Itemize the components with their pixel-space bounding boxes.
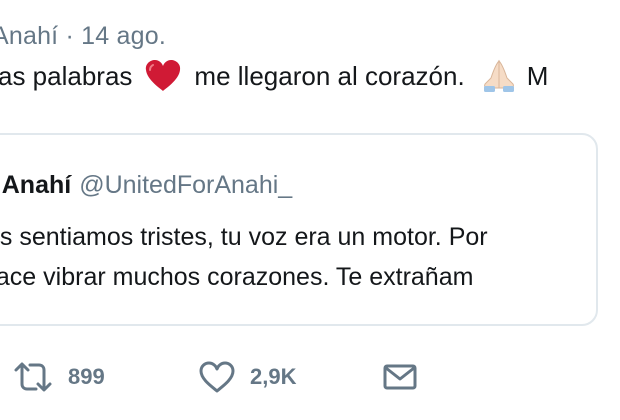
heart-outline-icon [198,360,236,394]
tweet-screenshot: Anahí · 14 ago. as palabras me llegaron … [0,0,620,420]
quoted-tweet-text-line-1: os sentiamos tristes, tu voz era un moto… [0,223,488,251]
quoted-tweet-header: r Anahí@UnitedForAnahi_ [0,171,292,200]
direct-message-button[interactable] [382,352,418,402]
tweet-text-part-1: as palabras [0,60,133,91]
like-button[interactable]: 2,9K [198,352,296,402]
tweet-text-part-2: me llegaron al corazón. [194,60,465,91]
quoted-tweet-card[interactable]: r Anahí@UnitedForAnahi_ os sentiamos tri… [0,133,598,326]
tweet-header: Anahí · 14 ago. [0,22,166,50]
quoted-tweet-text-line-2: hace vibrar muchos corazones. Te extraña… [0,263,474,291]
quoted-tweet-handle: @UnitedForAnahi_ [79,171,293,199]
retweet-count: 899 [68,364,105,389]
red-heart-emoji-icon [144,59,182,93]
folded-hands-emoji-icon [481,58,517,94]
quoted-tweet-author-name: r Anahí [0,171,72,199]
tweet-text: as palabras me llegaron al corazón. M [0,58,548,94]
retweet-button[interactable]: 899 [12,352,105,402]
envelope-icon [382,362,418,392]
tweet-actions-bar: 899 2,9K [0,352,620,402]
like-count: 2,9K [250,364,297,389]
tweet-text-trailing: M [526,60,549,91]
retweet-icon [12,360,54,394]
